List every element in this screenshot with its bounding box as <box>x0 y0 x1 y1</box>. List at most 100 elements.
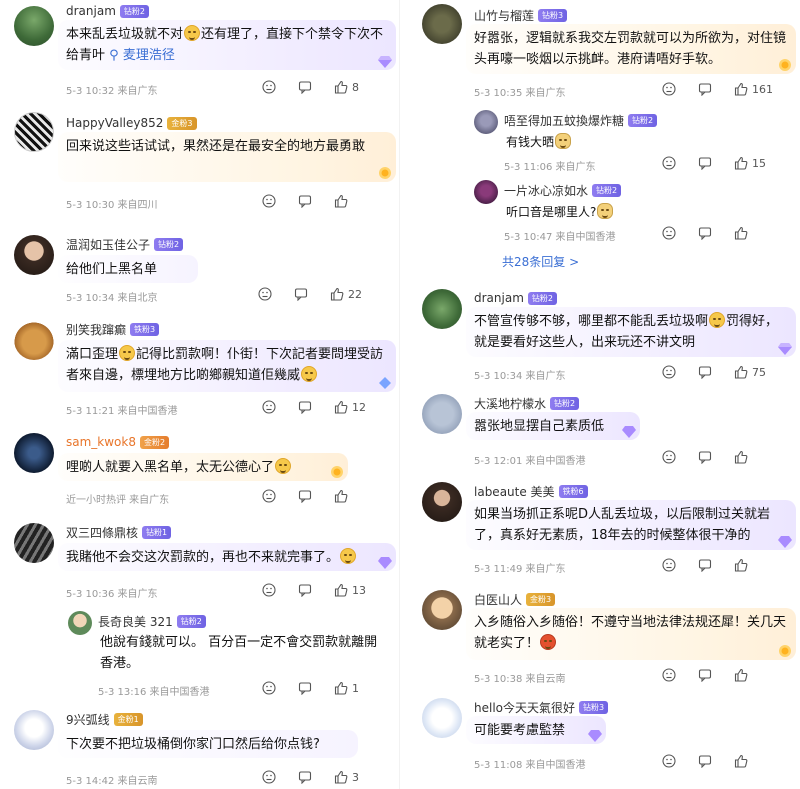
dislike-face-icon[interactable] <box>662 668 676 682</box>
like-thumb-icon[interactable] <box>334 489 348 503</box>
avatar[interactable] <box>422 4 462 44</box>
reply-icon[interactable] <box>698 558 712 572</box>
reply-icon[interactable] <box>298 80 312 94</box>
reply-icon[interactable] <box>294 287 308 301</box>
comment-bubble: 给他们上黑名单 <box>58 255 198 283</box>
username[interactable]: 温润如玉佳公子 <box>66 236 150 253</box>
comment-bubble: 入乡随俗入乡随俗！不遵守当地法律法规还犀！关几天就老实了！ <box>466 608 796 660</box>
avatar[interactable] <box>422 590 462 630</box>
dislike-face-icon[interactable] <box>662 226 676 240</box>
username[interactable]: sam_kwok8 <box>66 435 136 449</box>
dislike-face-icon[interactable] <box>662 450 676 464</box>
reply-icon[interactable] <box>698 668 712 682</box>
comment-actions: 8 <box>262 80 359 94</box>
avatar[interactable] <box>422 698 462 738</box>
reply-avatar[interactable] <box>474 110 498 134</box>
dislike-face-icon[interactable] <box>262 583 276 597</box>
reply-icon[interactable] <box>298 583 312 597</box>
like-thumb-icon[interactable] <box>334 770 348 784</box>
username[interactable]: 山竹与榴莲 <box>474 7 534 24</box>
dislike-face-icon[interactable] <box>262 681 276 695</box>
fan-badge: 钻粉2 <box>527 291 557 305</box>
topic-link[interactable]: ⚲ 麦理浩径 <box>109 48 175 63</box>
reply-avatar[interactable] <box>68 611 92 635</box>
comment-time-location: 5-3 10:34 来自北京 <box>66 293 158 304</box>
avatar[interactable] <box>14 433 54 473</box>
reply-icon[interactable] <box>698 754 712 768</box>
username[interactable]: 双三四條鼎核 <box>66 524 138 541</box>
gem-icon <box>378 56 392 68</box>
like-thumb-icon[interactable] <box>734 82 748 96</box>
like-thumb-icon[interactable] <box>734 156 748 170</box>
reply-icon[interactable] <box>298 489 312 503</box>
more-replies-link[interactable]: 共28条回复 > <box>502 253 579 270</box>
avatar[interactable] <box>422 482 462 522</box>
avatar[interactable] <box>14 523 54 563</box>
username[interactable]: hello今天天氣很好 <box>474 699 575 716</box>
like-thumb-icon[interactable] <box>334 681 348 695</box>
reply-icon[interactable] <box>298 770 312 784</box>
username[interactable]: 9兴弧线 <box>66 711 110 728</box>
like-count: 75 <box>752 365 766 379</box>
dislike-face-icon[interactable] <box>262 400 276 414</box>
laugh-emoji-icon <box>184 25 201 41</box>
avatar[interactable] <box>14 112 54 152</box>
reply-username[interactable]: 長奇良美 321 <box>98 613 173 630</box>
fan-badge: 钻粉2 <box>176 614 206 628</box>
username[interactable]: 大溪地柠檬水 <box>474 395 546 412</box>
reply-icon[interactable] <box>298 681 312 695</box>
username[interactable]: dranjam <box>66 4 116 18</box>
dislike-face-icon[interactable] <box>662 82 676 96</box>
reply-icon[interactable] <box>298 400 312 414</box>
reply-icon[interactable] <box>698 82 712 96</box>
comment-time-location: 近一小时热评 来自广东 <box>66 495 170 506</box>
comment-text: 嚣张地显摆自己素质低 <box>474 419 605 434</box>
dislike-face-icon[interactable] <box>262 80 276 94</box>
avatar[interactable] <box>14 235 54 275</box>
like-thumb-icon[interactable] <box>334 583 348 597</box>
avatar[interactable] <box>14 6 54 46</box>
avatar[interactable] <box>14 320 54 360</box>
reply-icon[interactable] <box>698 450 712 464</box>
comment-actions: 161 <box>662 82 773 96</box>
comment-time-location: 5-3 11:08 来自中国香港 <box>474 760 586 771</box>
like-thumb-icon[interactable] <box>734 365 748 379</box>
like-thumb-icon[interactable] <box>734 558 748 572</box>
reply-username[interactable]: 一片冰心凉如水 <box>504 182 588 199</box>
dislike-face-icon[interactable] <box>662 365 676 379</box>
avatar[interactable] <box>14 710 54 750</box>
comment-time-location: 5-3 10:34 来自广东 <box>474 371 566 382</box>
dislike-face-icon[interactable] <box>262 194 276 208</box>
like-thumb-icon[interactable] <box>334 400 348 414</box>
dislike-face-icon[interactable] <box>258 287 272 301</box>
reply-avatar[interactable] <box>474 180 498 204</box>
dislike-face-icon[interactable] <box>262 770 276 784</box>
reply-icon[interactable] <box>698 156 712 170</box>
dislike-face-icon[interactable] <box>662 754 676 768</box>
dislike-face-icon[interactable] <box>662 558 676 572</box>
avatar[interactable] <box>422 289 462 329</box>
username[interactable]: 白医山人 <box>474 591 522 608</box>
reply-text: 有钱大晒 <box>506 135 555 149</box>
like-thumb-icon[interactable] <box>734 754 748 768</box>
like-thumb-icon[interactable] <box>734 450 748 464</box>
like-thumb-icon[interactable] <box>334 194 348 208</box>
dislike-face-icon[interactable] <box>662 156 676 170</box>
username[interactable]: labeaute 美美 <box>474 483 555 500</box>
avatar[interactable] <box>422 394 462 434</box>
username[interactable]: HappyValley852 <box>66 116 163 130</box>
like-thumb-icon[interactable] <box>334 80 348 94</box>
username[interactable]: 别笑我蹿癫 <box>66 321 126 338</box>
like-thumb-icon[interactable] <box>734 226 748 240</box>
dislike-face-icon[interactable] <box>262 489 276 503</box>
reply-username[interactable]: 唔至得加五蚊換爆炸糖 <box>504 112 624 129</box>
like-count: 8 <box>352 80 359 94</box>
like-thumb-icon[interactable] <box>734 668 748 682</box>
comment-bubble: 我賭他不会交这次罰款的，再也不来就完事了。 <box>58 543 396 571</box>
username[interactable]: dranjam <box>474 291 524 305</box>
reply-bubble: 听口音是哪里人? <box>498 198 658 224</box>
reply-icon[interactable] <box>298 194 312 208</box>
reply-icon[interactable] <box>698 365 712 379</box>
reply-icon[interactable] <box>698 226 712 240</box>
like-thumb-icon[interactable] <box>330 287 344 301</box>
